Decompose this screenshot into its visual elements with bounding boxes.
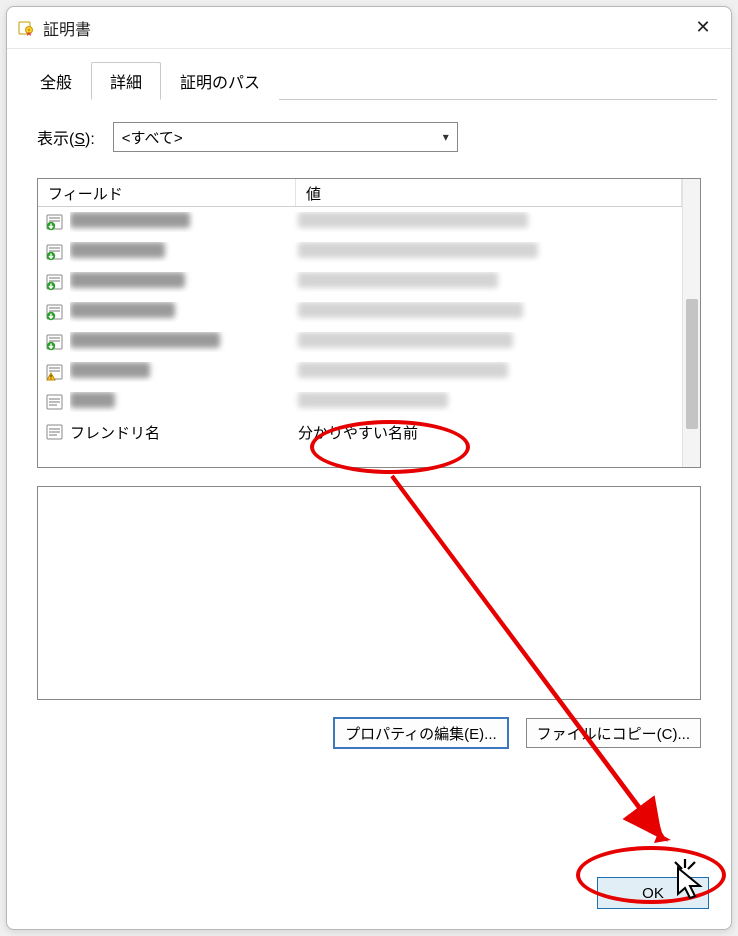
list-row[interactable]	[38, 327, 682, 357]
copy-to-file-button[interactable]: ファイルにコピー(C)...	[526, 718, 701, 748]
chevron-down-icon: ▾	[443, 130, 449, 144]
tab-general[interactable]: 全般	[21, 62, 91, 100]
listview-scrollbar[interactable]	[682, 179, 700, 467]
certificate-icon	[17, 19, 35, 37]
list-row[interactable]: フレンドリ名分かりやすい名前	[38, 417, 682, 447]
list-cell-field	[70, 272, 292, 292]
edit-properties-button[interactable]: プロパティの編集(E)...	[334, 718, 508, 748]
ext-down-icon	[44, 213, 66, 231]
ext-plain-icon	[44, 393, 66, 411]
list-cell-field	[70, 392, 292, 412]
ext-down-icon	[44, 333, 66, 351]
list-cell-value	[292, 212, 682, 232]
ext-plain-icon	[44, 423, 66, 441]
ext-down-icon	[44, 243, 66, 261]
close-button[interactable]: ✕	[681, 12, 725, 44]
close-icon: ✕	[695, 17, 710, 38]
ok-button[interactable]: OK	[597, 877, 709, 909]
list-cell-field	[70, 362, 292, 382]
list-cell-value	[292, 362, 682, 382]
list-row[interactable]	[38, 267, 682, 297]
show-label: 表示(S):	[37, 125, 95, 149]
list-cell-value	[292, 242, 682, 262]
tab-details[interactable]: 詳細	[91, 62, 161, 100]
list-cell-field: フレンドリ名	[70, 422, 292, 443]
column-header-value[interactable]: 値	[296, 179, 682, 206]
ext-down-icon	[44, 273, 66, 291]
list-row[interactable]	[38, 357, 682, 387]
list-row[interactable]	[38, 207, 682, 237]
list-cell-field	[70, 212, 292, 232]
details-tab-body: 表示(S): <すべて> ▾ フィールド 値 フレンドリ名分かりやすい名前	[7, 100, 731, 863]
list-cell-field	[70, 332, 292, 352]
scrollbar-thumb[interactable]	[686, 299, 698, 429]
list-cell-value	[292, 332, 682, 352]
list-row[interactable]	[38, 297, 682, 327]
list-cell-value	[292, 392, 682, 412]
ext-warn-icon	[44, 363, 66, 381]
client-area: 全般 詳細 証明のパス 表示(S): <すべて> ▾ フィールド 値	[7, 49, 731, 929]
column-header-field[interactable]: フィールド	[38, 179, 296, 206]
window-title: 証明書	[43, 16, 681, 40]
titlebar: 証明書 ✕	[7, 7, 731, 49]
tab-cert-path[interactable]: 証明のパス	[161, 62, 279, 100]
list-cell-field	[70, 302, 292, 322]
list-cell-value	[292, 272, 682, 292]
list-cell-field	[70, 242, 292, 262]
show-dropdown[interactable]: <すべて> ▾	[113, 122, 458, 152]
ext-down-icon	[44, 303, 66, 321]
show-dropdown-value: <すべて>	[122, 127, 183, 148]
list-cell-value: 分かりやすい名前	[292, 422, 682, 443]
list-row[interactable]	[38, 237, 682, 267]
fields-listview[interactable]: フィールド 値 フレンドリ名分かりやすい名前	[37, 178, 701, 468]
list-row[interactable]	[38, 387, 682, 417]
value-detail-textarea[interactable]	[37, 486, 701, 700]
certificate-dialog: 証明書 ✕ 全般 詳細 証明のパス 表示(S): <すべて> ▾	[6, 6, 732, 930]
tab-strip: 全般 詳細 証明のパス	[7, 49, 731, 99]
list-cell-value	[292, 302, 682, 322]
